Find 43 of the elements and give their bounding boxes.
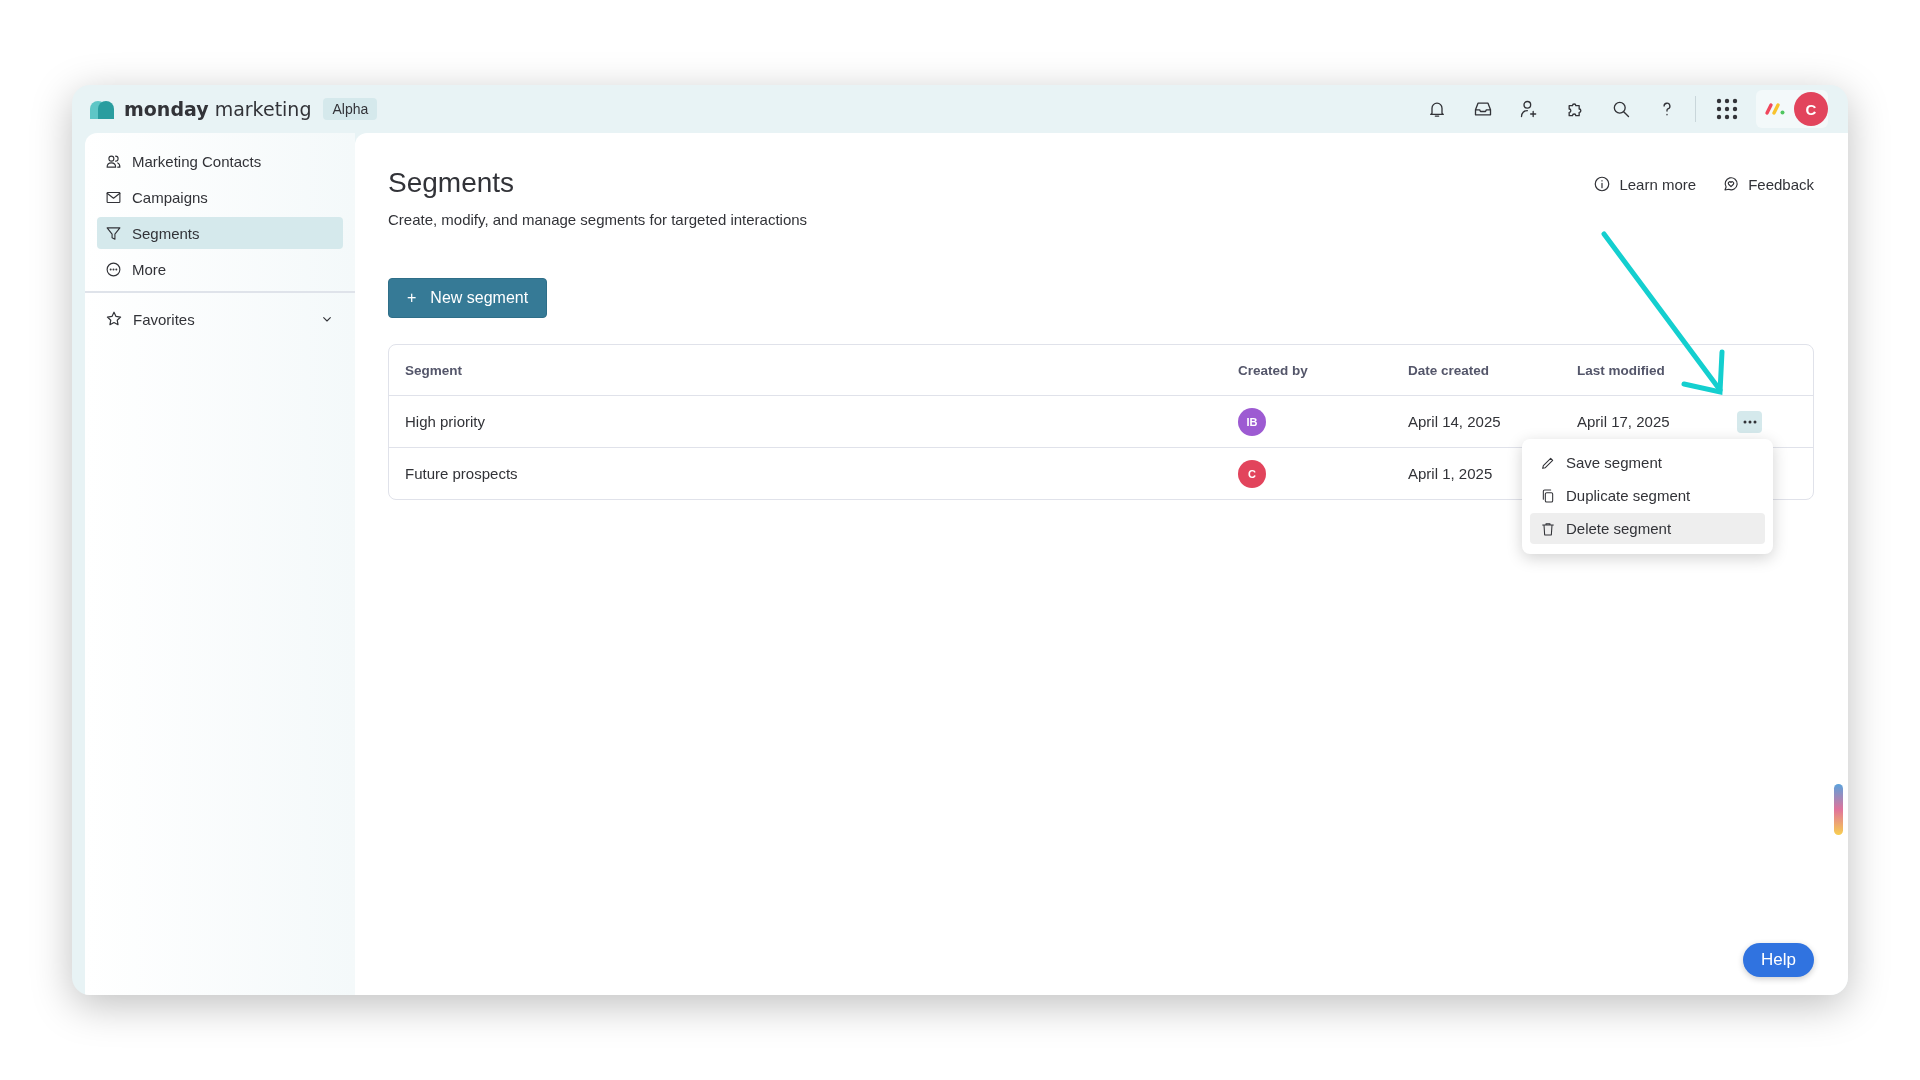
user-avatar[interactable]: C [1794,92,1828,126]
ellipsis-icon [1742,419,1757,424]
sidebar-item[interactable]: Campaigns [97,181,343,213]
more-icon [105,260,122,278]
info-icon [1593,175,1612,193]
table-cell: April 14, 2025 [1408,413,1501,430]
sidebar-item[interactable]: More [97,253,343,285]
menu-item[interactable]: Save segment [1530,447,1765,478]
header-link[interactable]: Learn more [1593,175,1697,193]
table-cell: April 17, 2025 [1577,413,1670,430]
header-link[interactable]: Feedback [1722,175,1814,193]
filter-icon [105,224,122,242]
menu-item[interactable]: Duplicate segment [1530,480,1765,511]
add-person-icon [1519,99,1539,119]
favorites-item[interactable]: Favorites [97,303,343,335]
column-header: Created by [1238,362,1308,378]
table-cell: Future prospects [405,465,518,482]
table-cell: High priority [405,413,486,430]
column-header: Segment [405,362,462,378]
help-button[interactable]: Help [1743,943,1814,977]
copy-icon [1540,487,1556,504]
column-header: Last modified [1577,362,1665,378]
page-subtitle: Create, modify, and manage segments for targeted interactions [388,211,808,228]
product-name: monday marketing [124,98,312,120]
table-cell: April 1, 2025 [1408,465,1493,482]
trash-icon [1540,520,1556,537]
sidebar-item[interactable]: Segments [97,217,343,249]
menu-item[interactable]: Delete segment [1530,513,1765,544]
page-title: Segments [388,167,516,199]
logo-icon [88,99,116,119]
apps-grid-icon[interactable] [1716,98,1738,120]
chat-heart-icon [1722,175,1741,193]
alpha-badge: Alpha [323,98,378,120]
star-icon [105,310,123,328]
brand-mark-icon [1764,102,1786,116]
search-icon [1611,99,1631,119]
sidebar-item[interactable]: Marketing Contacts [97,145,343,177]
scroll-indicator [1834,784,1843,835]
column-header: Date created [1408,362,1490,378]
creator-avatar: IB [1238,407,1266,436]
more-actions-button[interactable] [1737,410,1762,433]
creator-avatar: C [1238,459,1266,488]
new-segment-button[interactable]: + New segment [388,278,548,318]
